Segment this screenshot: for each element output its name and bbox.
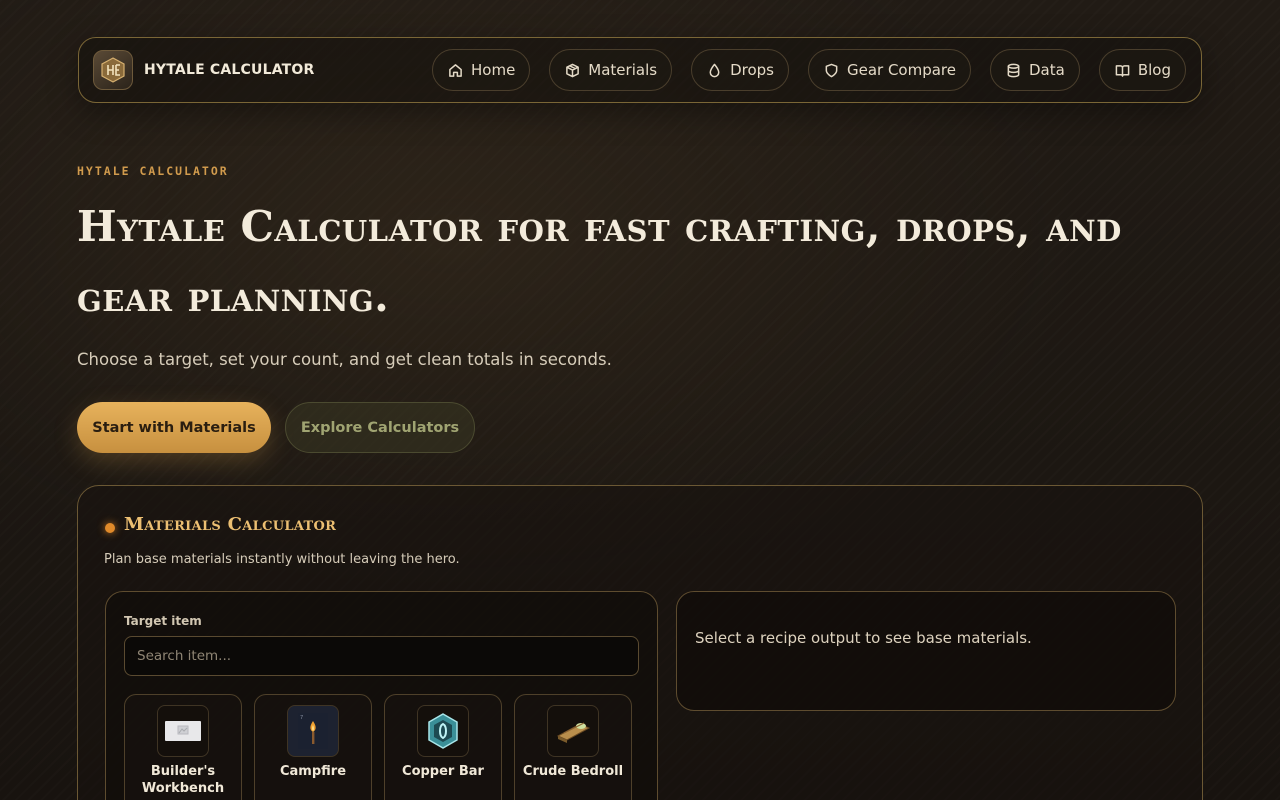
workbench-icon — [157, 705, 209, 757]
nav-home[interactable]: Home — [432, 49, 531, 91]
target-item-label: Target item — [124, 614, 202, 628]
hero-eyebrow: HYTALE CALCULATOR — [77, 164, 229, 178]
book-icon — [1115, 64, 1130, 77]
drop-icon — [709, 63, 720, 77]
results-placeholder-text: Select a recipe output to see base mater… — [695, 629, 1032, 647]
box-icon — [566, 63, 580, 77]
nav-drops-label: Drops — [730, 61, 774, 79]
item-card-copper-bar[interactable]: Copper Bar — [384, 694, 502, 800]
nav-data[interactable]: Data — [990, 49, 1080, 91]
database-icon — [1007, 63, 1020, 77]
brand-name: HYTALE CALCULATOR — [144, 62, 315, 78]
start-with-materials-button[interactable]: Start with Materials — [77, 402, 271, 453]
nav-gear-compare[interactable]: Gear Compare — [807, 49, 971, 91]
hero-title: Hytale Calculator for fast crafting, dro… — [77, 202, 1122, 321]
home-icon — [449, 63, 462, 77]
results-card: Select a recipe output to see base mater… — [676, 591, 1176, 711]
nav-materials[interactable]: Materials — [549, 49, 673, 91]
main-nav: Home Materials Drops Gear Compare Data B… — [432, 49, 1186, 91]
item-card-campfire[interactable]: 7 Campfire — [254, 694, 372, 800]
svg-text:7: 7 — [300, 715, 303, 721]
item-grid: Builder's Workbench 7 Campfire Copper Ba… — [124, 694, 632, 800]
item-card-crude-bedroll[interactable]: Crude Bedroll — [514, 694, 632, 800]
campfire-icon: 7 — [287, 705, 339, 757]
item-name: Crude Bedroll — [522, 764, 624, 779]
hero-subtitle: Choose a target, set your count, and get… — [77, 350, 612, 369]
nav-gear-compare-label: Gear Compare — [846, 61, 956, 79]
status-dot-icon — [105, 523, 115, 533]
copper-bar-icon — [417, 705, 469, 757]
bedroll-icon — [547, 705, 599, 757]
nav-data-label: Data — [1029, 61, 1065, 79]
brand[interactable]: HYTALE CALCULATOR — [93, 50, 314, 90]
item-name: Builder's Workbench — [141, 764, 225, 796]
item-name: Campfire — [279, 764, 347, 779]
nav-home-label: Home — [471, 61, 516, 79]
nav-blog[interactable]: Blog — [1098, 49, 1186, 91]
panel-title: Materials Calculator — [124, 514, 337, 535]
shield-icon — [825, 63, 838, 77]
panel-description: Plan base materials instantly without le… — [104, 552, 460, 567]
logo-icon — [93, 50, 133, 90]
target-item-card: Target item Builder's Workbench — [105, 591, 658, 800]
item-name: Copper Bar — [402, 764, 484, 779]
item-card-builders-workbench[interactable]: Builder's Workbench — [124, 694, 242, 800]
nav-materials-label: Materials — [588, 61, 658, 79]
search-item-input[interactable] — [124, 636, 639, 676]
nav-blog-label: Blog — [1137, 61, 1171, 79]
nav-drops[interactable]: Drops — [691, 49, 789, 91]
explore-calculators-button[interactable]: Explore Calculators — [285, 402, 475, 453]
materials-calculator-panel: Materials Calculator Plan base materials… — [77, 485, 1203, 800]
top-navbar: HYTALE CALCULATOR Home Materials Drops G… — [78, 37, 1202, 103]
